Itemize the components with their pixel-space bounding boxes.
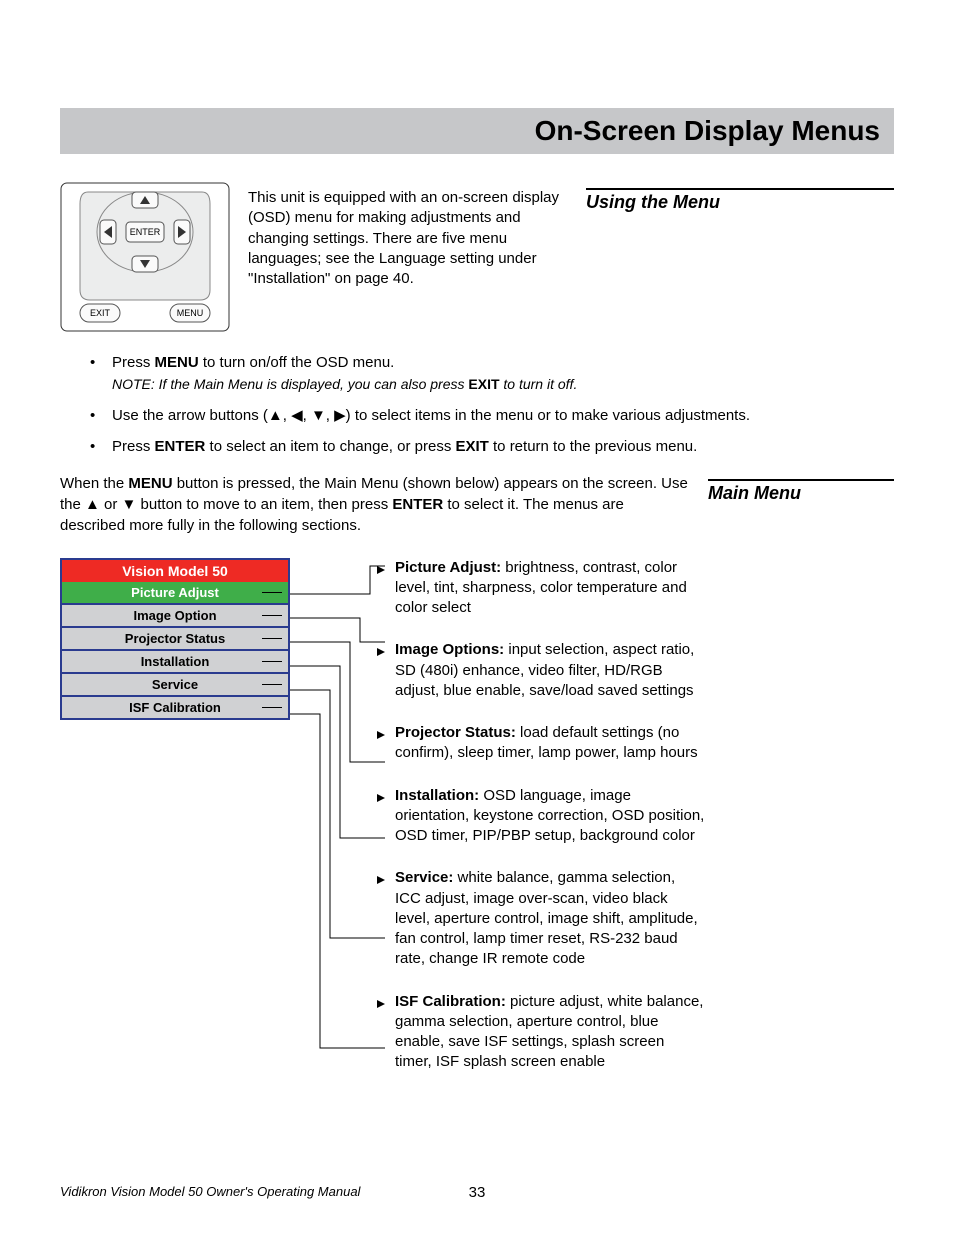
- page-number: 33: [469, 1184, 486, 1201]
- menu-item-image-option: Image Option: [60, 605, 290, 628]
- main-menu-paragraph: When the MENU button is pressed, the Mai…: [60, 473, 690, 536]
- menu-title: Vision Model 50: [60, 558, 290, 582]
- menu-item-isf-calibration: ISF Calibration: [60, 697, 290, 720]
- bullet-arrows: Use the arrow buttons (▲, ◀, ▼, ▶) to se…: [90, 405, 830, 426]
- footer-text: Vidikron Vision Model 50 Owner's Operati…: [60, 1184, 360, 1199]
- desc-installation: Installation: OSD language, image orient…: [395, 786, 705, 847]
- menu-descriptions: Picture Adjust: brightness, contrast, co…: [385, 558, 705, 1095]
- menu-item-projector-status: Projector Status: [60, 628, 290, 651]
- intro-paragraph: This unit is equipped with an on-screen …: [248, 182, 568, 332]
- desc-projector-status: Projector Status: load default settings …: [395, 723, 705, 764]
- menu-item-installation: Installation: [60, 651, 290, 674]
- menu-label: MENU: [177, 308, 204, 318]
- menu-item-picture-adjust: Picture Adjust: [60, 582, 290, 605]
- bullet-enter-exit: Press ENTER to select an item to change,…: [90, 436, 830, 457]
- side-heading-main: Main Menu: [708, 479, 894, 504]
- desc-image-options: Image Options: input selection, aspect r…: [395, 640, 705, 701]
- section-title-bar: On-Screen Display Menus: [60, 108, 894, 154]
- desc-service: Service: white balance, gamma selection,…: [395, 868, 705, 969]
- desc-isf-calibration: ISF Calibration: picture adjust, white b…: [395, 992, 705, 1073]
- connector-lines: [290, 558, 385, 1095]
- section-title: On-Screen Display Menus: [535, 115, 880, 147]
- enter-label: ENTER: [130, 227, 161, 237]
- remote-illustration: ENTER EXIT MENU: [60, 182, 230, 332]
- exit-label: EXIT: [90, 308, 111, 318]
- bullet-menu: Press MENU to turn on/off the OSD menu. …: [90, 352, 830, 395]
- osd-menu-box: Vision Model 50 Picture Adjust Image Opt…: [60, 558, 290, 1095]
- desc-picture-adjust: Picture Adjust: brightness, contrast, co…: [395, 558, 705, 619]
- menu-item-service: Service: [60, 674, 290, 697]
- side-heading-using: Using the Menu: [586, 188, 894, 213]
